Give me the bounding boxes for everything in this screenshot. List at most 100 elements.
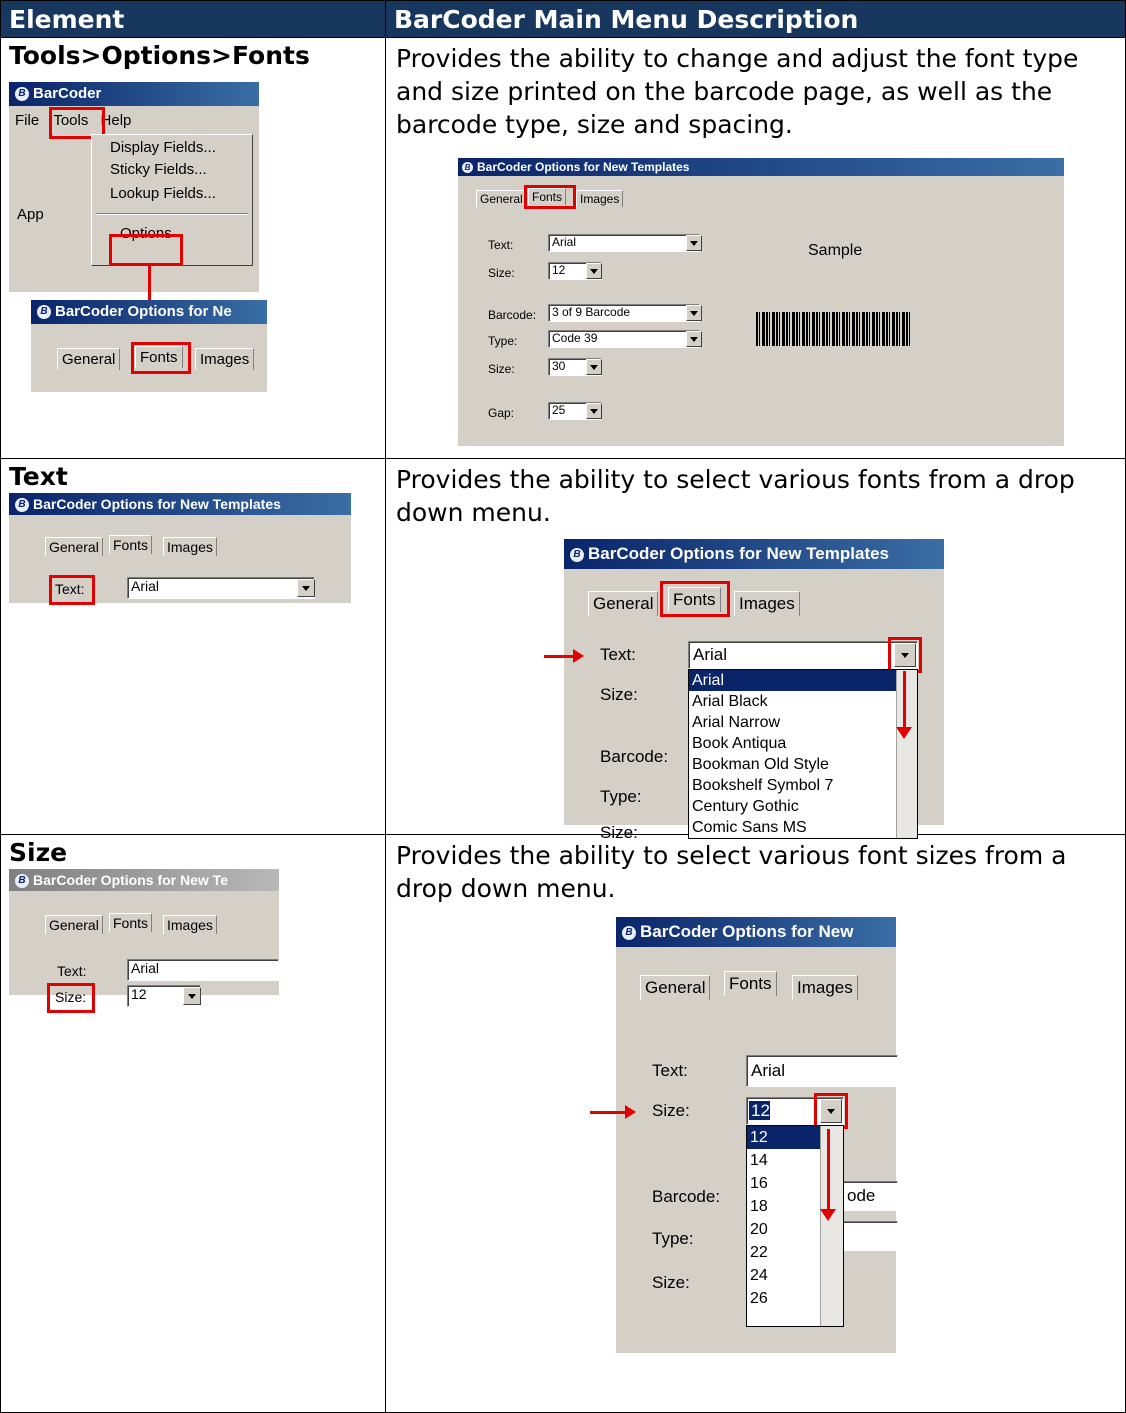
chevron-down-icon[interactable] (686, 331, 702, 347)
chevron-down-icon[interactable] (586, 263, 602, 279)
label-gap: Gap: (488, 406, 515, 420)
font-option[interactable]: Century Gothic (689, 796, 917, 817)
tab-fonts[interactable]: Fonts (109, 913, 153, 932)
fonts-options-screenshot: B BarCoder Options for New Templates Gene… (458, 158, 1064, 446)
tab-general[interactable]: General (588, 591, 659, 616)
text-font-select[interactable]: Arial (127, 959, 279, 981)
chevron-down-icon[interactable] (297, 579, 315, 597)
tab-images[interactable]: Images (576, 190, 624, 207)
options-title-bar: B BarCoder Options for New Templates (458, 158, 1064, 176)
tab-images[interactable]: Images (195, 348, 255, 370)
arrow-down-icon (820, 1129, 836, 1221)
highlight-text-label (49, 575, 95, 605)
tab-fonts[interactable]: Fonts (724, 971, 777, 996)
header-description: BarCoder Main Menu Description (385, 0, 1126, 38)
row-text-element: Text B BarCoder Options for New Templates… (0, 458, 386, 835)
label-barcode: Barcode: (652, 1187, 721, 1206)
description-text: Provides the ability to select various f… (396, 841, 1067, 903)
highlight-fonts-tab (524, 185, 576, 209)
chevron-down-icon[interactable] (586, 403, 602, 419)
label-barcode: Barcode: (488, 308, 537, 322)
label-type: Type: (600, 787, 642, 806)
label-barcode-size: Size: (488, 362, 515, 376)
menu-item-sticky-fields[interactable]: Sticky Fields... (92, 161, 252, 185)
font-option[interactable]: Bookshelf Symbol 7 (689, 775, 917, 796)
chevron-down-icon[interactable] (686, 235, 702, 251)
text-small-screenshot: B BarCoder Options for New Templates Gene… (9, 493, 351, 605)
font-option[interactable]: Arial (689, 670, 917, 691)
row-size-element: Size B BarCoder Options for New Te Genera… (0, 834, 386, 1413)
label-text: Text: (600, 645, 636, 664)
text-font-select[interactable]: Arial (127, 577, 315, 599)
menu-item-display-fields[interactable]: Display Fields... (92, 135, 252, 161)
barcoder-logo-icon: B (462, 162, 473, 174)
type-select-partial[interactable] (842, 1221, 898, 1251)
tab-images[interactable]: Images (734, 591, 800, 616)
label-text: Text: (57, 963, 87, 979)
tools-menu-screenshot: B BarCoder File Tools Help App Display Fi… (9, 82, 259, 322)
label-text: Text: (488, 238, 514, 252)
size-dropdown-screenshot: B BarCoder Options for New General Fonts … (590, 917, 898, 1353)
tab-general[interactable]: General (640, 975, 711, 1000)
element-title: Tools>Options>Fonts (9, 41, 310, 70)
chevron-down-icon[interactable] (586, 359, 602, 375)
options-title-bar: B BarCoder Options for New (616, 917, 896, 947)
tab-images[interactable]: Images (163, 537, 217, 556)
highlight-dropdown-button (888, 637, 922, 673)
label-type: Type: (652, 1229, 694, 1248)
options-title-bar: B BarCoder Options for New Templates (9, 493, 351, 515)
tab-images[interactable]: Images (163, 915, 217, 934)
font-option[interactable]: Book Antiqua (689, 733, 917, 754)
menu-separator (96, 213, 248, 215)
header-element: Element (0, 0, 386, 38)
arrow-right-icon (590, 1105, 636, 1119)
label-barcode: Barcode: (600, 747, 669, 766)
row-tools-options-fonts-element: Tools>Options>Fonts B BarCoder File Tools… (0, 37, 386, 459)
size-list-scrollbar[interactable] (820, 1126, 843, 1326)
font-list[interactable]: Arial Arial Black Arial Narrow Book Anti… (688, 669, 918, 839)
tab-fonts[interactable]: Fonts (109, 535, 153, 554)
font-option[interactable]: Arial Narrow (689, 712, 917, 733)
options-fonts-tab-screenshot: B BarCoder Options for Ne General Fonts I… (31, 300, 267, 392)
sample-text: Sample (808, 242, 863, 259)
barcoder-logo-icon: B (15, 498, 29, 513)
tab-images[interactable]: Images (792, 975, 858, 1000)
tab-general[interactable]: General (45, 537, 103, 556)
highlight-fonts-tab (131, 342, 191, 374)
highlight-dropdown-button (814, 1093, 848, 1129)
font-list-scrollbar[interactable] (896, 670, 917, 838)
barcoder-logo-icon: B (37, 305, 51, 320)
tab-general[interactable]: General (45, 915, 103, 934)
options-title-bar: B BarCoder Options for New Templates (564, 539, 944, 569)
highlight-size-label (47, 983, 95, 1013)
text-font-select[interactable]: Arial (688, 641, 918, 669)
tab-general[interactable]: General (57, 348, 121, 370)
barcode-preview-icon (756, 312, 912, 346)
type-select[interactable]: Code 39 (548, 330, 700, 348)
element-title: Size (9, 838, 68, 867)
label-text: Text: (652, 1061, 688, 1080)
text-font-select[interactable]: Arial (746, 1055, 898, 1087)
menu-item-lookup-fields[interactable]: Lookup Fields... (92, 185, 252, 209)
menu-help[interactable]: Help (101, 112, 132, 129)
arrow-down-icon (896, 671, 912, 739)
barcode-select-partial[interactable]: ode (842, 1181, 898, 1211)
behind-text: App (17, 206, 44, 223)
label-type: Type: (488, 334, 518, 348)
size-small-screenshot: B BarCoder Options for New Te General Fon… (9, 869, 279, 1013)
chevron-down-icon[interactable] (183, 987, 201, 1005)
tab-general[interactable]: General (476, 190, 527, 207)
text-dropdown-screenshot: B BarCoder Options for New Templates Gene… (544, 539, 944, 842)
chevron-down-icon[interactable] (686, 305, 702, 321)
font-option[interactable]: Bookman Old Style (689, 754, 917, 775)
barcode-select[interactable]: 3 of 9 Barcode (548, 304, 700, 322)
font-option[interactable]: Arial Black (689, 691, 917, 712)
row-tools-options-fonts-description: Provides the ability to change and adjus… (385, 37, 1126, 459)
menu-file[interactable]: File (15, 112, 39, 129)
text-font-select[interactable]: Arial (548, 234, 700, 252)
row-text-description: Provides the ability to select various f… (385, 458, 1126, 842)
barcoder-logo-icon: B (570, 547, 584, 562)
barcoder-logo-icon: B (15, 87, 29, 102)
barcoder-logo-icon: B (622, 925, 636, 940)
barcoder-logo-icon: B (15, 874, 29, 889)
